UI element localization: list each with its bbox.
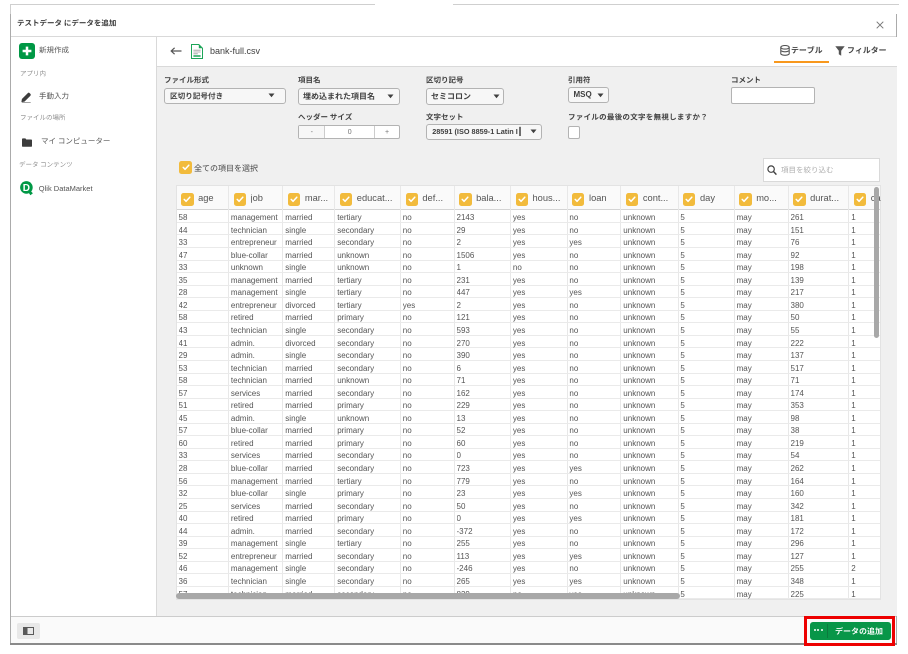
svg-text:D: D xyxy=(23,183,30,194)
